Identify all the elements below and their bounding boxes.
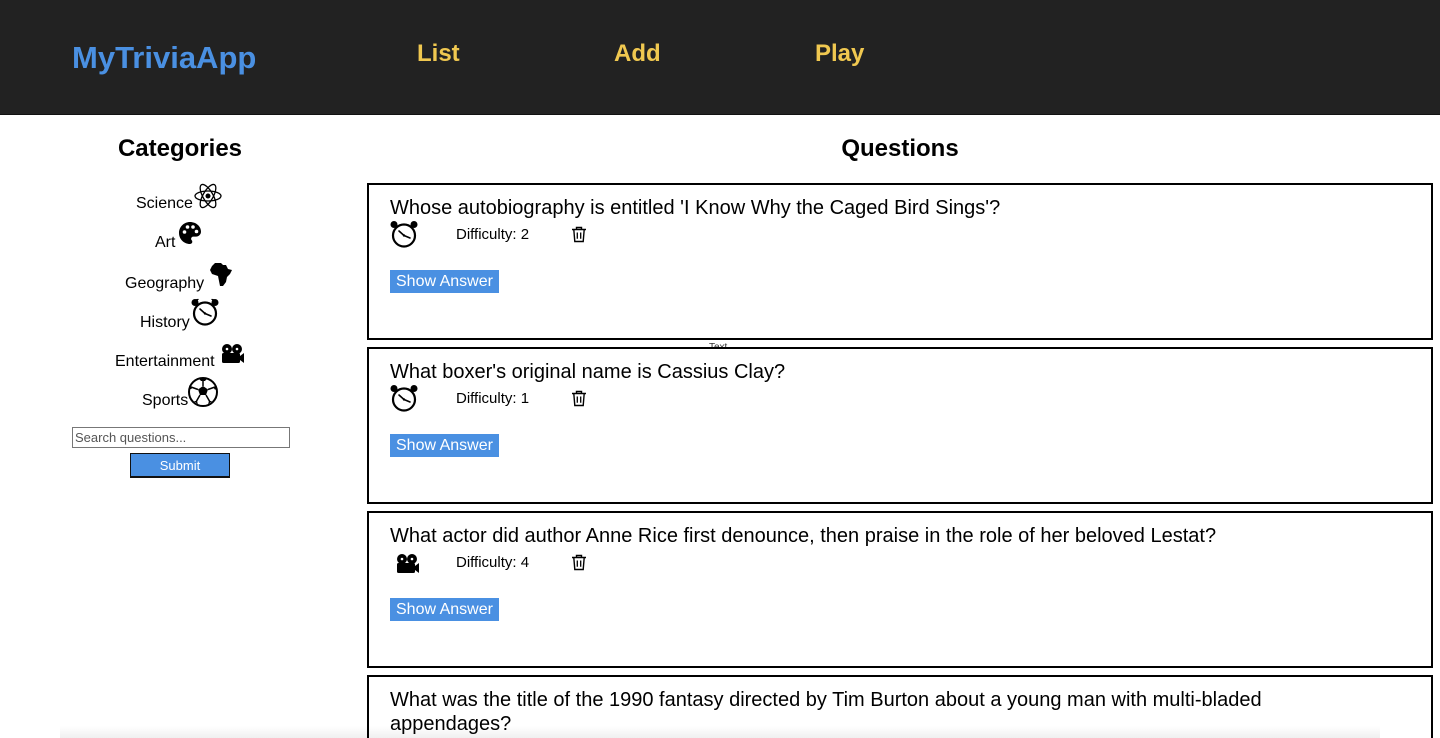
question-text: Whose autobiography is entitled 'I Know … xyxy=(390,197,1001,219)
show-answer-button[interactable]: Show Answer xyxy=(390,270,499,293)
palette-icon xyxy=(179,222,201,244)
nav-add-link[interactable]: Add xyxy=(614,40,661,68)
category-art[interactable]: Art xyxy=(155,222,201,252)
category-science[interactable]: Science xyxy=(136,183,222,213)
category-label: Entertainment xyxy=(115,353,215,370)
questions-title: Questions xyxy=(841,135,959,162)
question-card: Whose autobiography is entitled 'I Know … xyxy=(367,183,1433,340)
category-label: Art xyxy=(155,234,176,251)
question-card: What was the title of the 1990 fantasy d… xyxy=(367,675,1433,738)
show-answer-button[interactable]: Show Answer xyxy=(390,434,499,457)
category-label: Sports xyxy=(142,392,189,409)
categories-sidebar: Categories Science Art Geography History… xyxy=(0,115,360,738)
question-card: What actor did author Anne Rice first de… xyxy=(367,511,1433,668)
trash-icon[interactable] xyxy=(571,390,587,407)
question-text: What boxer's original name is Cassius Cl… xyxy=(390,361,786,383)
category-label: History xyxy=(140,314,190,331)
nav-play-link[interactable]: Play xyxy=(815,40,864,68)
show-answer-button[interactable]: Show Answer xyxy=(390,598,499,621)
difficulty-label: Difficulty: 1 xyxy=(456,390,530,407)
alarm-clock-icon xyxy=(191,298,219,326)
top-navbar: MyTriviaApp List Add Play xyxy=(0,0,1440,115)
search-questions-input[interactable] xyxy=(72,427,290,448)
trash-icon[interactable] xyxy=(571,554,587,571)
question-text: What was the title of the 1990 fantasy d… xyxy=(390,689,1262,735)
soccer-ball-icon xyxy=(188,377,218,407)
nav-list-link[interactable]: List xyxy=(417,40,460,68)
category-history[interactable]: History xyxy=(140,298,219,332)
question-card: What boxer's original name is Cassius Cl… xyxy=(367,347,1433,504)
film-projector-icon xyxy=(397,554,419,573)
category-geography[interactable]: Geography xyxy=(125,263,232,293)
brand-logo[interactable]: MyTriviaApp xyxy=(72,40,256,76)
film-projector-icon xyxy=(222,344,244,363)
atom-icon xyxy=(194,183,222,209)
difficulty-label: Difficulty: 4 xyxy=(456,554,530,571)
alarm-clock-icon xyxy=(390,221,418,248)
category-entertainment[interactable]: Entertainment xyxy=(115,344,244,371)
alarm-clock-icon xyxy=(390,385,418,412)
categories-title: Categories xyxy=(117,135,243,162)
category-sports[interactable]: Sports xyxy=(142,377,218,410)
category-label: Science xyxy=(136,195,193,212)
difficulty-label: Difficulty: 2 xyxy=(456,226,530,243)
africa-icon xyxy=(210,263,232,286)
search-submit-button[interactable]: Submit xyxy=(130,453,230,478)
trash-icon[interactable] xyxy=(571,226,587,243)
category-label: Geography xyxy=(125,275,205,292)
question-text: What actor did author Anne Rice first de… xyxy=(390,525,1217,547)
